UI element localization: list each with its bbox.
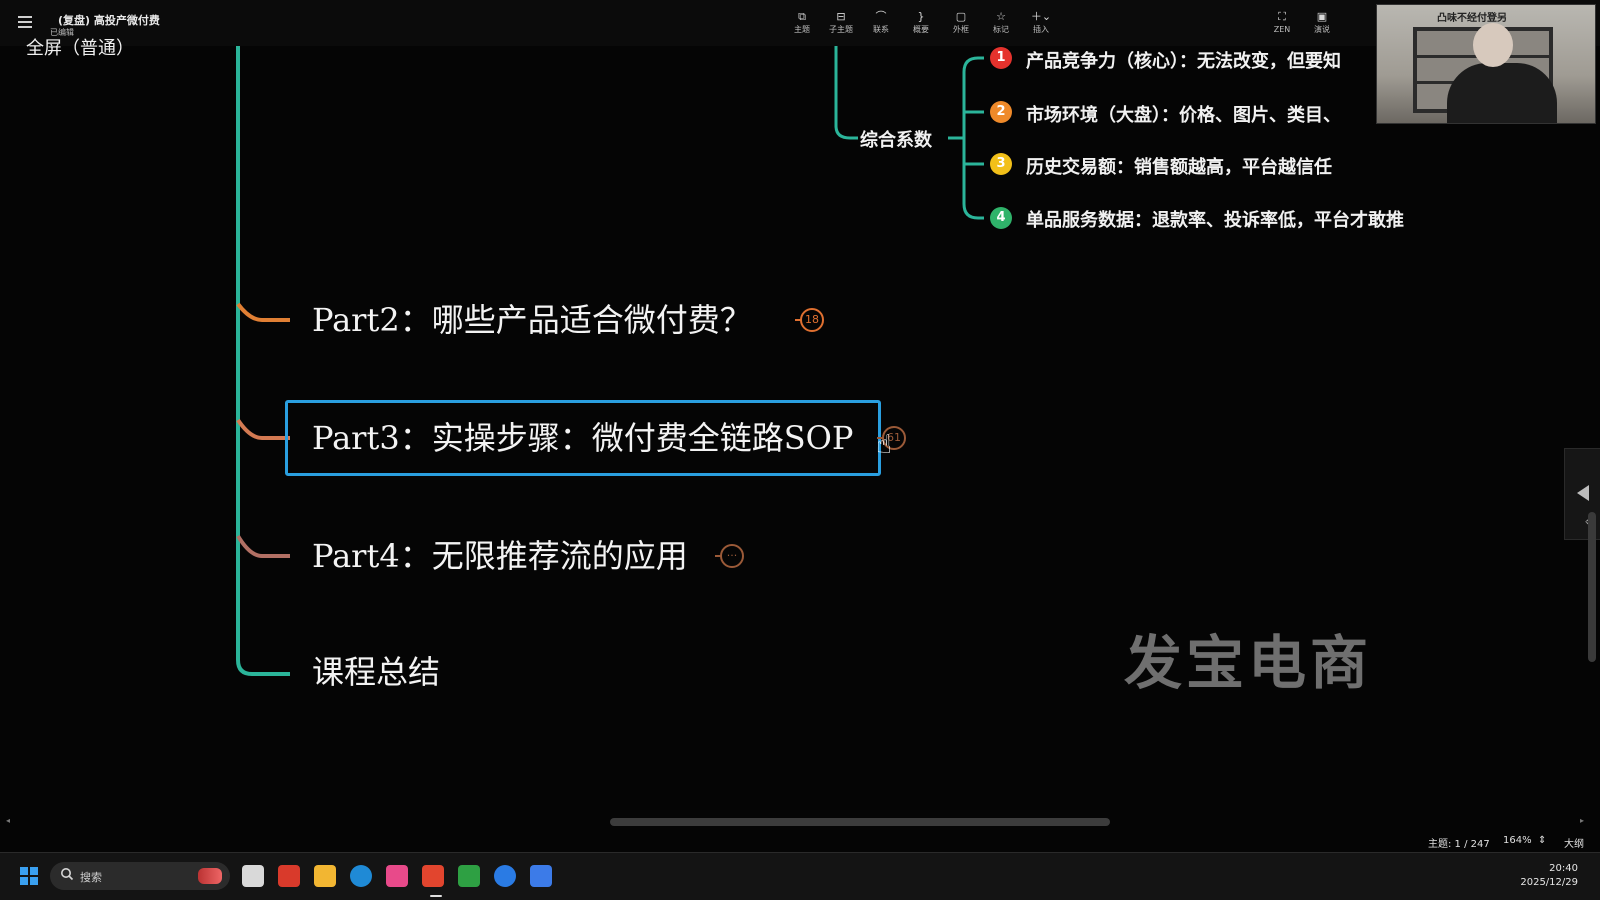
app-blue-icon[interactable] <box>530 865 552 887</box>
subtopic-icon: ⊟ <box>836 10 846 23</box>
search-icon <box>61 868 74 881</box>
branch-part3 <box>236 418 290 440</box>
branch-part4 <box>236 534 290 558</box>
windows-start-icon[interactable] <box>20 867 38 885</box>
star-icon: ☆ <box>996 10 1006 23</box>
vertical-scrollbar[interactable] <box>1588 512 1596 662</box>
status-bar: 主题: 1 / 247 164% ⇕ 大纲 <box>0 832 1600 850</box>
clock-date: 2025/12/29 <box>1520 877 1578 888</box>
toolbar-subtopic-button[interactable]: ⊟ 子主题 <box>823 10 859 40</box>
summary-icon: } <box>917 10 925 23</box>
main-trunk-line <box>236 46 290 676</box>
taskbar-search[interactable]: 搜索 <box>50 862 230 890</box>
xmind-app-icon[interactable] <box>422 865 444 887</box>
hamburger-menu-icon[interactable] <box>18 16 32 28</box>
topic-part2[interactable]: Part2：哪些产品适合微付费？ <box>312 300 752 340</box>
xmind-active-indicator <box>430 895 442 897</box>
brand-watermark: 发宝电商 <box>1124 629 1373 697</box>
horizontal-scrollbar[interactable] <box>610 818 1110 826</box>
branch-part2 <box>236 302 290 322</box>
toolbar-relationship-button[interactable]: ⌒ 联系 <box>863 10 899 40</box>
factor-1-text[interactable]: 产品竞争力（核心）：无法改变，但要知 <box>1026 47 1341 73</box>
webcam-overlay: 凸味不经付登另 <box>1376 4 1596 124</box>
plus-icon: ＋⌄ <box>1030 10 1052 23</box>
webcam-wall-sign: 凸味不经付登另 <box>1437 13 1507 24</box>
mindmap-canvas[interactable]: 综合系数 1 产品竞争力（核心）：无法改变，但要知 2 市场环境（大盘）：价格、… <box>0 46 1600 822</box>
fullscreen-mode-label: 全屏（普通） <box>26 38 134 59</box>
edge-browser-2-icon[interactable] <box>494 865 516 887</box>
scroll-left-icon[interactable]: ◂ <box>6 816 10 825</box>
toolbar-insert-button[interactable]: ＋⌄ 插入 <box>1023 10 1059 40</box>
scroll-right-icon[interactable]: ▸ <box>1580 816 1584 825</box>
branch-to-composite <box>834 46 858 140</box>
task-view-icon[interactable] <box>242 865 264 887</box>
app-pink-icon[interactable] <box>386 865 408 887</box>
part4-collapse-badge[interactable]: ··· <box>715 544 744 568</box>
topic-counter: 主题: 1 / 247 <box>1428 839 1490 850</box>
toolbar-topic-button[interactable]: ⧉ 主题 <box>784 10 820 40</box>
factor-3-number: 3 <box>990 153 1012 175</box>
zen-expand-icon: ⛶ <box>1278 10 1286 23</box>
toolbar-present-button[interactable]: ▣ 演说 <box>1304 10 1340 40</box>
factor-4-text[interactable]: 单品服务数据：退款率、投诉率低，平台才敢推 <box>1026 206 1404 232</box>
wechat-icon[interactable] <box>458 865 480 887</box>
presenter-body <box>1447 63 1557 123</box>
toolbar-zen-button[interactable]: ⛶ ZEN <box>1264 10 1300 40</box>
topic-icon: ⧉ <box>798 10 806 23</box>
factor-3-text[interactable]: 历史交易额：销售额越高，平台越信任 <box>1026 153 1332 179</box>
edge-browser-icon[interactable] <box>350 865 372 887</box>
outline-toggle[interactable]: 大纲 <box>1564 835 1584 850</box>
boundary-icon: ▢ <box>955 10 967 23</box>
wps-office-icon[interactable] <box>278 865 300 887</box>
document-title: (复盘) 高投产微付费 <box>58 14 160 27</box>
relationship-icon: ⌒ <box>875 10 887 23</box>
search-highlight-icon <box>198 868 222 884</box>
hand-cursor-icon: ☝ <box>876 430 892 460</box>
factor-2-text[interactable]: 市场环境（大盘）：价格、图片、类目、 <box>1026 101 1341 127</box>
factor-1-number: 1 <box>990 47 1012 69</box>
part2-child-count-badge[interactable]: 18 <box>795 308 824 332</box>
branch-factors-bracket <box>962 56 984 220</box>
zoom-stepper-icon[interactable]: ⇕ <box>1538 835 1546 846</box>
app-window: (复盘) 高投产微付费 已编辑 ⧉ 主题 ⊟ 子主题 ⌒ 联系 } 概要 ▢ 外… <box>0 0 1600 900</box>
search-placeholder: 搜索 <box>80 871 102 884</box>
clock-time: 20:40 <box>1549 863 1578 874</box>
composite-factor-node[interactable]: 综合系数 <box>860 126 932 152</box>
toolbar-boundary-button[interactable]: ▢ 外框 <box>943 10 979 40</box>
toolbar-summary-button[interactable]: } 概要 <box>903 10 939 40</box>
toolbar-marker-button[interactable]: ☆ 标记 <box>983 10 1019 40</box>
topic-part4[interactable]: Part4：无限推荐流的应用 <box>312 536 688 576</box>
os-taskbar: 搜索 20:40 2025/12/29 <box>0 852 1600 900</box>
zoom-level[interactable]: 164% <box>1503 835 1532 846</box>
system-clock[interactable]: 20:40 2025/12/29 <box>1520 862 1578 890</box>
factor-2-number: 2 <box>990 101 1012 123</box>
chevron-left-icon <box>1577 485 1589 501</box>
topic-part3[interactable]: Part3：实操步骤：微付费全链路SOP <box>312 418 853 458</box>
title-bar: (复盘) 高投产微付费 已编辑 ⧉ 主题 ⊟ 子主题 ⌒ 联系 } 概要 ▢ 外… <box>0 0 1600 46</box>
presenter-head <box>1473 23 1513 67</box>
factor-4-number: 4 <box>990 207 1012 229</box>
present-icon: ▣ <box>1316 10 1328 23</box>
file-explorer-icon[interactable] <box>314 865 336 887</box>
topic-course-summary[interactable]: 课程总结 <box>312 652 440 692</box>
